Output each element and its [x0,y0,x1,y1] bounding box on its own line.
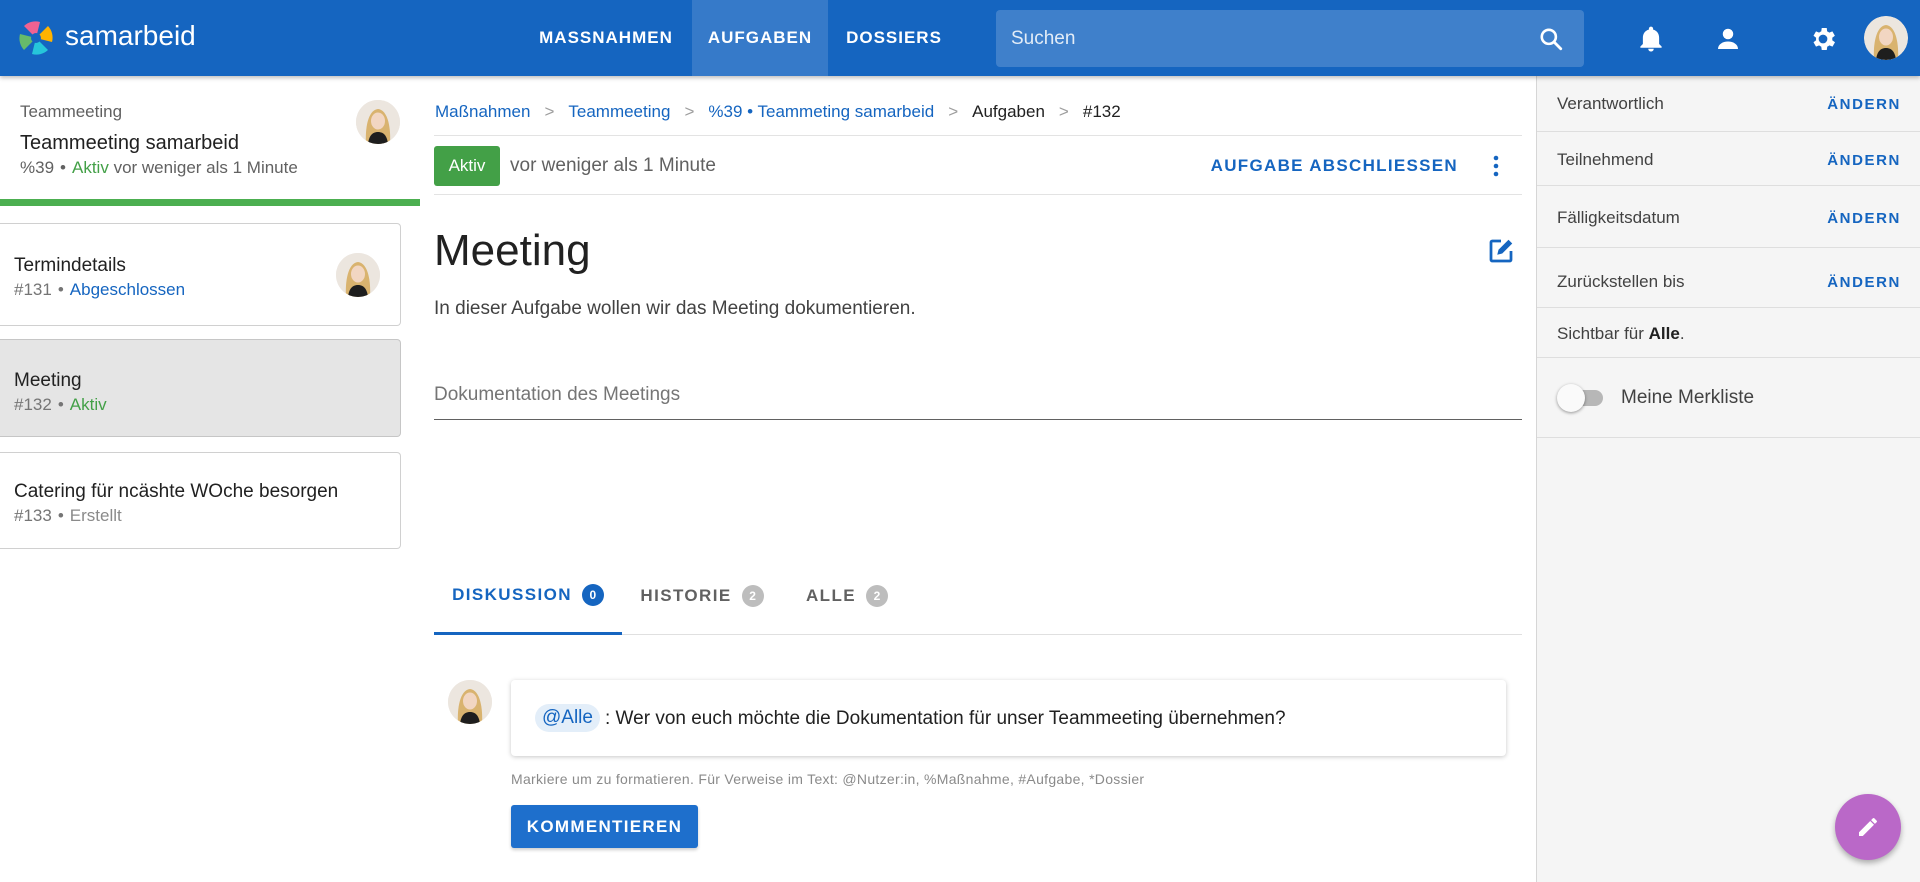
comment-editor[interactable]: @Alle : Wer von euch möchte die Dokument… [511,680,1506,756]
app-bar: samarbeid MASSNAHMEN AUFGABEN DOSSIERS [0,0,1920,76]
property-snooze: Zurückstellen bis ÄNDERN [1537,248,1920,308]
breadcrumb-separator: > [948,102,959,121]
task-card-133[interactable]: Catering für ncäshte WOche besorgen #133… [0,452,401,549]
task-title: Meeting [14,370,82,391]
property-responsible: Verantwortlich ÄNDERN [1537,76,1920,132]
avatar [356,100,400,144]
task-meta: #132 • Aktiv [14,395,107,414]
status-since: vor weniger als 1 Minute [510,155,716,176]
nav-tab-massnahmen[interactable]: MASSNAHMEN [524,0,688,76]
samarbeid-logo-icon[interactable] [18,20,54,56]
properties-panel: Verantwortlich ÄNDERN Teilnehmend ÄNDERN… [1536,76,1920,882]
task-status: Aktiv [69,395,107,414]
visibility-prefix: Sichtbar für [1557,324,1649,343]
complete-task-button[interactable]: AUFGABE ABSCHLIESSEN [1211,156,1458,176]
breadcrumb-current: #132 [1082,102,1121,121]
property-participants: Teilnehmend ÄNDERN [1537,132,1920,186]
task-meta: #131 • Abgeschlossen [14,280,186,299]
process-meta: %39 • Aktiv vor weniger als 1 Minute [20,158,298,177]
task-card-131[interactable]: Termindetails #131 • Abgeschlossen [0,223,401,326]
task-status: Erstellt [69,506,122,525]
change-snooze-button[interactable]: ÄNDERN [1827,274,1901,291]
nav-tab-dossiers[interactable]: DOSSIERS [828,0,960,76]
task-meta: #133 • Erstellt [14,506,122,525]
process-title: Teammeeting samarbeid [20,132,239,154]
pencil-icon [1859,818,1877,836]
property-due-date: Fälligkeitsdatum ÄNDERN [1537,186,1920,248]
task-title: Catering für ncäshte WOche besorgen [14,481,339,502]
process-kicker: Teammeeting [20,102,123,121]
task-id: #133 [14,506,52,525]
documentation-input[interactable] [434,370,1522,419]
count-badge: 2 [865,585,888,607]
task-id: #131 [14,280,52,299]
search-bar [996,10,1584,67]
activity-tabs: DISKUSSION 0 HISTORIE 2 ALLE 2 [434,557,1522,635]
count-badge: 2 [741,585,764,607]
documentation-field [434,370,1522,420]
task-detail: Maßnahmen > Teammeeting > %39 • Teammeting s… [420,76,1536,882]
edit-icon[interactable] [1486,236,1516,266]
search-icon[interactable] [1538,26,1564,52]
tab-historie[interactable]: HISTORIE 2 [622,557,782,635]
mention-chip[interactable]: @Alle [535,704,600,732]
property-label: Verantwortlich [1557,94,1664,113]
property-label: Fälligkeitsdatum [1557,208,1680,227]
property-label: Zurückstellen bis [1557,272,1685,291]
tab-label: DISKUSSION [452,584,572,604]
toggle-thumb [1557,384,1585,412]
bell-icon[interactable] [1636,24,1666,54]
tab-alle[interactable]: ALLE 2 [782,557,912,635]
tab-diskussion[interactable]: DISKUSSION 0 [434,557,622,635]
compose-fab-button[interactable] [1835,794,1901,860]
change-due-date-button[interactable]: ÄNDERN [1827,210,1901,227]
process-since: vor weniger als 1 Minute [113,158,298,177]
visibility-text: Sichtbar für Alle. [1557,324,1685,344]
task-description: In dieser Aufgabe wollen wir das Meeting… [434,298,916,319]
task-sidebar: Teammeeting Teammeeting samarbeid %39 • Ak… [0,76,420,882]
task-toolbar: Aktiv vor weniger als 1 Minute AUFGABE A… [434,135,1522,195]
more-vert-icon[interactable] [1484,150,1508,182]
comment-submit-button[interactable]: KOMMENTIEREN [511,805,698,848]
account-icon[interactable] [1713,24,1743,54]
change-participants-button[interactable]: ÄNDERN [1827,152,1901,169]
task-status: Abgeschlossen [69,280,186,299]
breadcrumb-separator: > [544,102,555,121]
visibility-value: Alle [1648,324,1680,343]
tab-label: HISTORIE [640,586,732,605]
process-header[interactable]: Teammeeting Teammeeting samarbeid %39 • Ak… [0,76,420,206]
comment-text[interactable]: : Wer von euch möchte die Dokumentation … [605,708,1286,730]
gear-icon[interactable] [1808,24,1838,54]
nav-tab-aufgaben[interactable]: AUFGABEN [692,0,828,76]
breadcrumb-separator: > [1058,102,1069,121]
visibility-suffix: . [1679,324,1685,343]
brand-name[interactable]: samarbeid [65,20,196,52]
comment-hint: Markiere um zu formatieren. Für Verweise… [511,771,1145,787]
property-label: Teilnehmend [1557,150,1654,169]
breadcrumb-aufgaben: Aufgaben [972,102,1045,121]
breadcrumb-link-teammeeting[interactable]: Teammeeting [568,102,670,121]
change-responsible-button[interactable]: ÄNDERN [1827,96,1901,113]
avatar [336,253,380,297]
breadcrumb-separator: > [684,102,695,121]
process-id: %39 [20,158,55,177]
watchlist-label: Meine Merkliste [1621,387,1755,408]
status-badge: Aktiv [434,146,500,186]
task-title: Termindetails [14,255,126,276]
search-input[interactable] [996,10,1526,67]
count-badge: 0 [581,583,604,606]
tab-label: ALLE [806,586,856,605]
breadcrumb-link-massnahmen[interactable]: Maßnahmen [435,102,530,121]
breadcrumb: Maßnahmen > Teammeeting > %39 • Teammeting s… [435,102,1121,122]
task-card-132[interactable]: Meeting #132 • Aktiv [0,339,401,437]
process-status: Aktiv [71,158,109,177]
page-title: Meeting [434,226,591,275]
avatar [448,680,492,724]
watchlist-toggle[interactable] [1557,384,1605,412]
task-id: #132 [14,395,52,414]
breadcrumb-link-process[interactable]: %39 • Teammeting samarbeid [708,102,934,121]
property-visibility: Sichtbar für Alle. [1537,308,1920,358]
user-avatar[interactable] [1864,16,1908,60]
